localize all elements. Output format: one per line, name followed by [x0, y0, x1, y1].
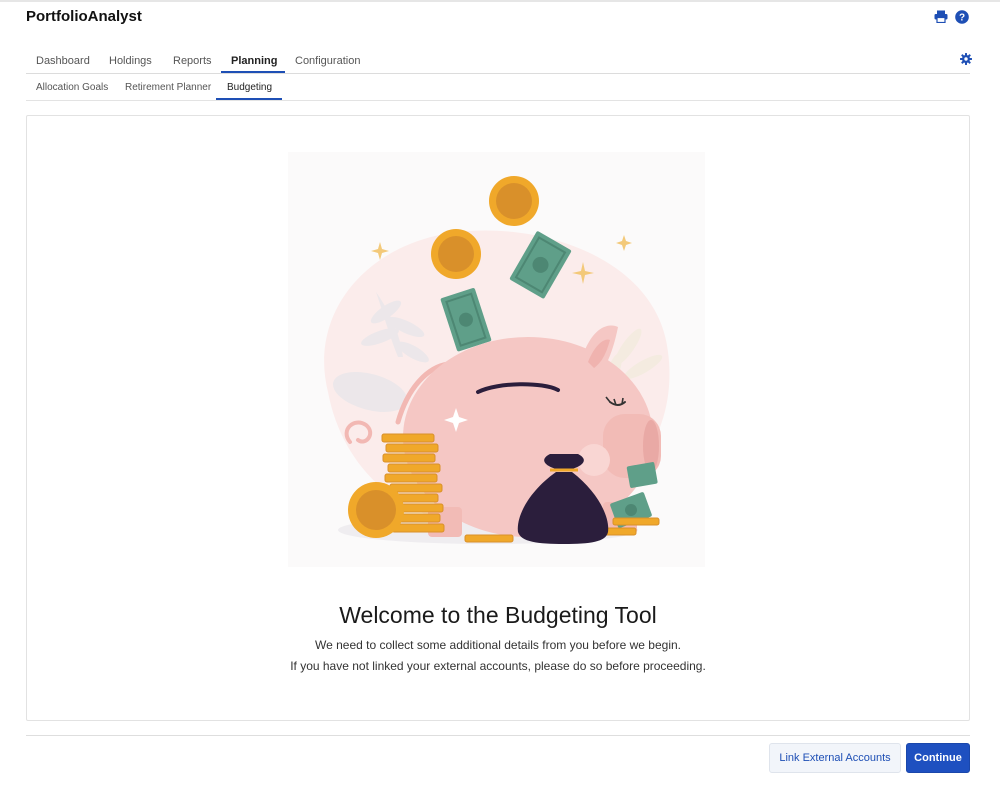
- tab-holdings[interactable]: Holdings: [109, 55, 152, 67]
- welcome-message-line-2: If you have not linked your external acc…: [290, 659, 706, 673]
- subtab-allocation-goals[interactable]: Allocation Goals: [36, 82, 108, 93]
- budgeting-welcome-card: Welcome to the Budgeting Tool We need to…: [26, 115, 970, 721]
- sub-tabs: Allocation Goals Retirement Planner Budg…: [26, 74, 970, 101]
- help-icon[interactable]: ?: [954, 9, 969, 24]
- tab-planning[interactable]: Planning: [231, 55, 277, 67]
- tab-reports[interactable]: Reports: [173, 55, 212, 67]
- tab-configuration[interactable]: Configuration: [295, 55, 360, 67]
- tab-dashboard[interactable]: Dashboard: [36, 55, 90, 67]
- top-border: [0, 0, 1000, 2]
- svg-text:?: ?: [958, 12, 964, 23]
- active-subtab-indicator: [216, 98, 282, 100]
- piggy-bank-illustration: [288, 152, 705, 567]
- continue-button[interactable]: Continue: [906, 743, 970, 773]
- link-external-accounts-button[interactable]: Link External Accounts: [769, 743, 901, 773]
- subtab-budgeting[interactable]: Budgeting: [227, 82, 272, 93]
- main-tabs: Dashboard Holdings Reports Planning Conf…: [26, 46, 970, 74]
- header-actions: ?: [933, 9, 969, 24]
- gear-icon[interactable]: [960, 52, 972, 70]
- footer-divider: [26, 735, 970, 736]
- print-icon[interactable]: [933, 9, 948, 24]
- welcome-message-line-1: We need to collect some additional detai…: [315, 638, 681, 652]
- welcome-title: Welcome to the Budgeting Tool: [339, 602, 657, 628]
- active-tab-indicator: [221, 71, 285, 73]
- subtab-retirement-planner[interactable]: Retirement Planner: [125, 82, 211, 93]
- app-title: PortfolioAnalyst: [26, 8, 142, 25]
